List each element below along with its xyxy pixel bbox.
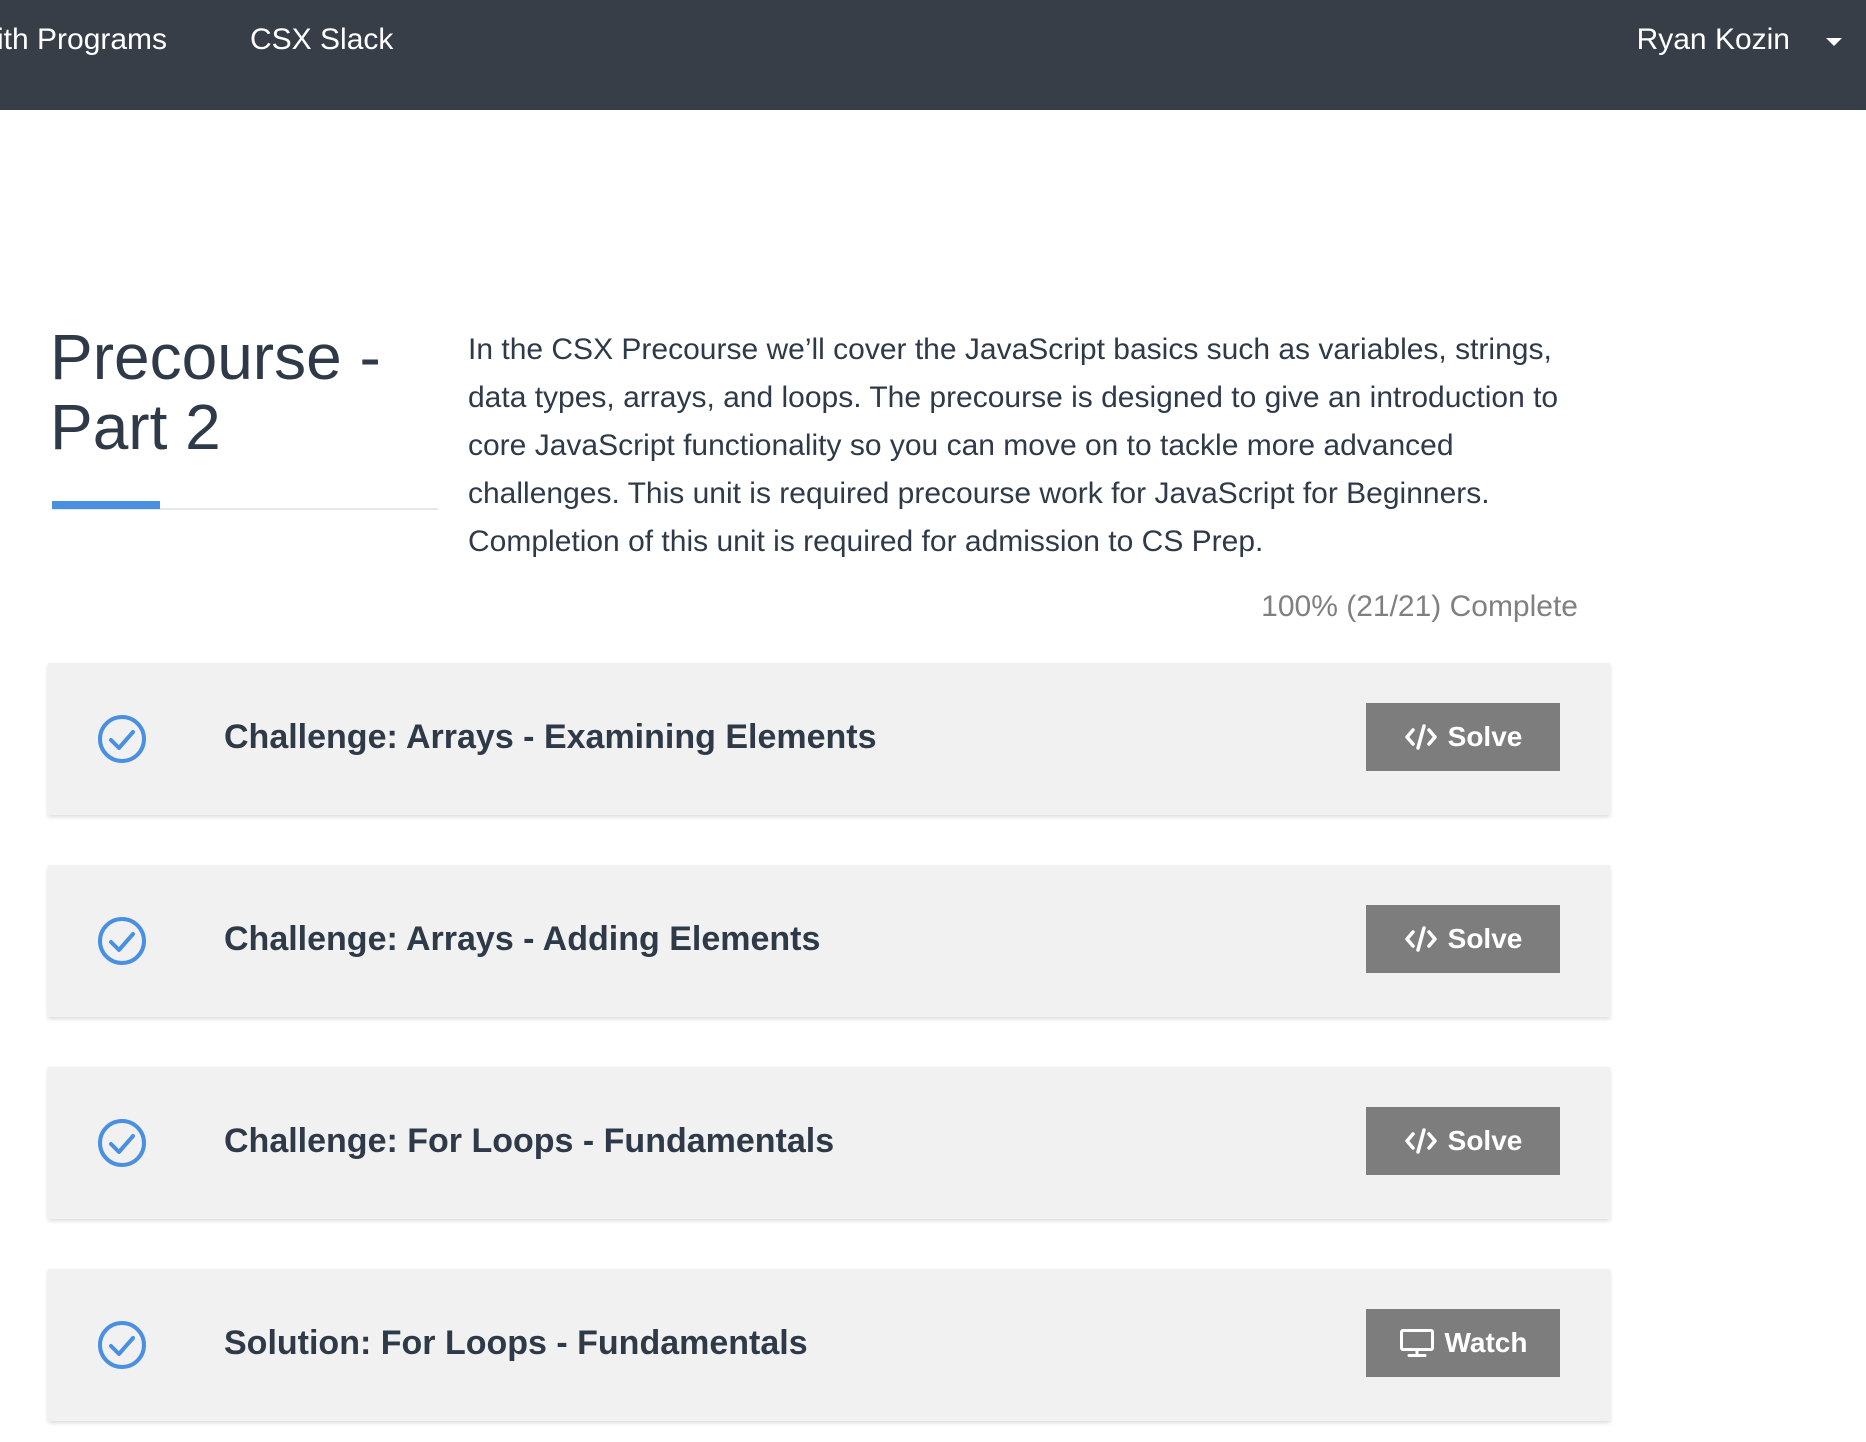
nav-link-csx-slack[interactable]: CSX Slack — [250, 22, 393, 58]
top-navbar: mith Programs CSX Slack Ryan Kozin — [0, 0, 1866, 110]
page-title: Precourse - Part 2 — [50, 321, 381, 463]
item-title[interactable]: Challenge: Arrays - Adding Elements — [224, 917, 820, 961]
check-circle-icon — [96, 1319, 148, 1371]
code-icon — [1404, 1127, 1438, 1155]
solve-button-label: Solve — [1447, 923, 1523, 954]
item-title[interactable]: Solution: For Loops - Fundamentals — [224, 1321, 808, 1365]
check-circle-icon — [96, 1117, 148, 1169]
list-item: Solution: For Loops - Fundamentals Watch — [48, 1269, 1610, 1421]
solve-button[interactable]: Solve — [1366, 703, 1560, 771]
code-icon — [1404, 925, 1438, 953]
check-circle-icon — [96, 713, 148, 765]
unit-description: In the CSX Precourse we’ll cover the Jav… — [468, 333, 1559, 558]
monitor-icon — [1399, 1328, 1435, 1358]
solve-button[interactable]: Solve — [1366, 905, 1560, 973]
solve-button-label: Solve — [1447, 721, 1523, 752]
list-item: Challenge: Arrays - Adding Elements Solv… — [48, 865, 1610, 1017]
list-item: Challenge: For Loops - Fundamentals Solv… — [48, 1067, 1610, 1219]
progress-status: 100% (21/21) Complete — [1261, 590, 1578, 623]
chevron-down-icon[interactable] — [1826, 38, 1842, 46]
item-title[interactable]: Challenge: For Loops - Fundamentals — [224, 1119, 834, 1163]
list-item: Challenge: Arrays - Examining Elements S… — [48, 663, 1610, 815]
title-accent-bar — [52, 501, 160, 509]
watch-button[interactable]: Watch — [1366, 1309, 1560, 1377]
watch-button-label: Watch — [1444, 1327, 1528, 1358]
nav-link-programs[interactable]: mith Programs — [0, 22, 167, 58]
check-circle-icon — [96, 915, 148, 967]
solve-button[interactable]: Solve — [1366, 1107, 1560, 1175]
item-title[interactable]: Challenge: Arrays - Examining Elements — [224, 715, 877, 759]
user-menu-name[interactable]: Ryan Kozin — [1637, 22, 1790, 58]
code-icon — [1404, 723, 1438, 751]
solve-button-label: Solve — [1447, 1125, 1523, 1156]
